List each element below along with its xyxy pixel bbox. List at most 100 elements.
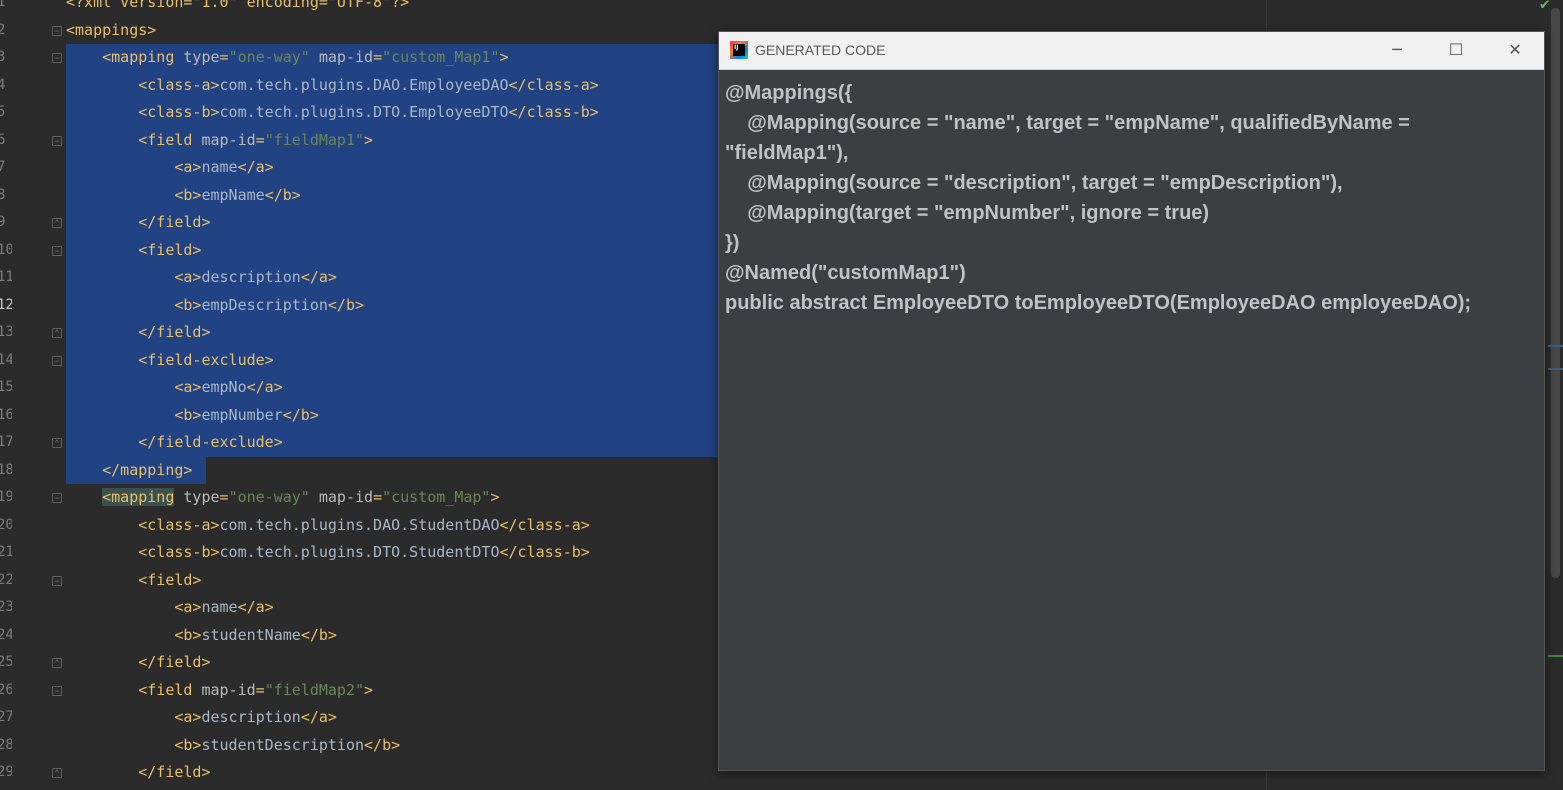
code-text: </field-exclude> <box>66 429 283 457</box>
code-token: <mapping <box>102 488 175 506</box>
fold-toggle-icon[interactable]: − <box>52 575 62 587</box>
fold-toggle-icon[interactable]: − <box>52 355 62 367</box>
code-token: </class-a> <box>508 75 599 94</box>
generated-code-line: @Mapping(source = "name", target = "empN… <box>725 112 1410 134</box>
fold-end-icon[interactable]: ⌃ <box>52 328 62 339</box>
code-text: <field-exclude> <box>66 347 273 375</box>
code-token: <a> <box>174 268 202 286</box>
code-token: <class-a> <box>138 515 220 534</box>
code-token: </field> <box>138 763 211 781</box>
line-number: 2 <box>0 21 6 38</box>
error-stripe-mark[interactable] <box>1548 655 1563 657</box>
code-text: <field> <box>66 237 201 265</box>
code-token: empDescription <box>201 295 328 314</box>
editor-scrollbar[interactable] <box>1551 8 1560 578</box>
code-token: studentName <box>201 625 301 644</box>
intellij-app-icon: IJ <box>730 41 748 59</box>
fold-end-icon[interactable]: ⌃ <box>52 768 62 779</box>
code-text: <b>empDescription</b> <box>66 292 364 320</box>
generated-code-line: @Named("customMap1") <box>725 262 966 284</box>
code-token: <b> <box>174 185 202 204</box>
editor-line[interactable]: 1 <?xml version="1.0" encoding="UTF-8"?> <box>0 0 1563 17</box>
code-token: = <box>255 130 265 149</box>
fold-toggle-icon[interactable]: − <box>52 53 62 64</box>
code-token: <field> <box>138 570 202 589</box>
code-token: "fieldMap2" <box>264 680 365 699</box>
code-token: type <box>174 488 220 506</box>
fold-toggle-icon[interactable]: − <box>52 25 62 37</box>
code-token: </a> <box>300 708 337 726</box>
code-text: <class-a>com.tech.plugins.DAO.StudentDAO… <box>66 512 590 540</box>
code-token: <class-b> <box>138 103 220 121</box>
code-token: map-id <box>201 680 256 699</box>
generated-code-text[interactable]: @Mappings({ @Mapping(source = "name", ta… <box>725 78 1540 318</box>
code-text: <a>name</a> <box>66 154 274 182</box>
code-text: <mapping type="one-way" map-id="custom_M… <box>66 484 500 512</box>
line-number: 3 <box>0 49 6 65</box>
code-token: </a> <box>246 378 283 396</box>
code-token: <b> <box>174 625 202 644</box>
fold-toggle-icon[interactable]: − <box>52 685 62 697</box>
code-token: = <box>219 488 229 506</box>
code-token: > <box>364 130 374 149</box>
line-number: 9 <box>0 214 6 230</box>
line-number: 5 <box>0 104 6 120</box>
generated-code-line: public abstract EmployeeDTO toEmployeeDT… <box>725 292 1472 314</box>
code-token: </a> <box>237 158 274 176</box>
code-token: </field-exclude> <box>138 433 283 451</box>
code-token: type <box>183 48 220 66</box>
code-token: name <box>201 598 238 616</box>
minimize-button[interactable]: ─ <box>1368 32 1426 69</box>
error-stripe-mark[interactable] <box>1548 345 1563 347</box>
fold-toggle-icon[interactable]: − <box>52 245 62 257</box>
close-icon: ✕ <box>1508 40 1522 59</box>
minimize-icon: ─ <box>1392 40 1402 59</box>
code-token: "custom_Map1" <box>382 48 500 66</box>
code-token: description <box>201 268 301 286</box>
code-token: "custom_Map" <box>382 488 491 506</box>
fold-end-icon[interactable]: ⌃ <box>52 218 62 229</box>
error-stripe-mark[interactable] <box>1548 368 1563 370</box>
code-token: = <box>373 488 383 506</box>
code-text: <b>empName</b> <box>66 182 300 210</box>
maximize-button[interactable]: ☐ <box>1427 32 1485 69</box>
line-number: 19 <box>0 489 12 505</box>
close-button[interactable]: ✕ <box>1486 32 1544 69</box>
line-number: 20 <box>0 516 12 533</box>
code-token: > <box>490 488 500 506</box>
code-token: = <box>373 48 383 66</box>
code-text: <field map-id="fieldMap1"> <box>66 127 373 155</box>
code-text: <b>studentDescription</b> <box>66 732 400 760</box>
line-number: 12 <box>0 296 12 313</box>
code-token: <class-a> <box>138 75 220 94</box>
code-token: com.tech.plugins.DAO.StudentDAO <box>219 515 500 534</box>
generated-code-line: }) <box>725 232 740 254</box>
fold-toggle-icon[interactable]: − <box>52 493 62 504</box>
code-token: </mapping> <box>102 460 193 479</box>
dialog-titlebar[interactable]: IJ GENERATED CODE ─ ☐ ✕ <box>719 32 1544 70</box>
fold-end-icon[interactable]: ⌃ <box>52 438 62 449</box>
code-token: <field <box>138 130 202 149</box>
code-token: <mapping <box>102 48 184 66</box>
code-text: <?xml version="1.0" encoding="UTF-8"?> <box>66 0 409 17</box>
inspection-ok-icon[interactable]: ✔ <box>1540 0 1550 13</box>
fold-toggle-icon[interactable]: − <box>52 135 62 147</box>
fold-end-icon[interactable]: ⌃ <box>52 658 62 669</box>
code-token: <?xml version="1.0" encoding="UTF-8"?> <box>66 0 410 11</box>
line-number: 6 <box>0 131 6 148</box>
code-token: </a> <box>237 598 274 616</box>
